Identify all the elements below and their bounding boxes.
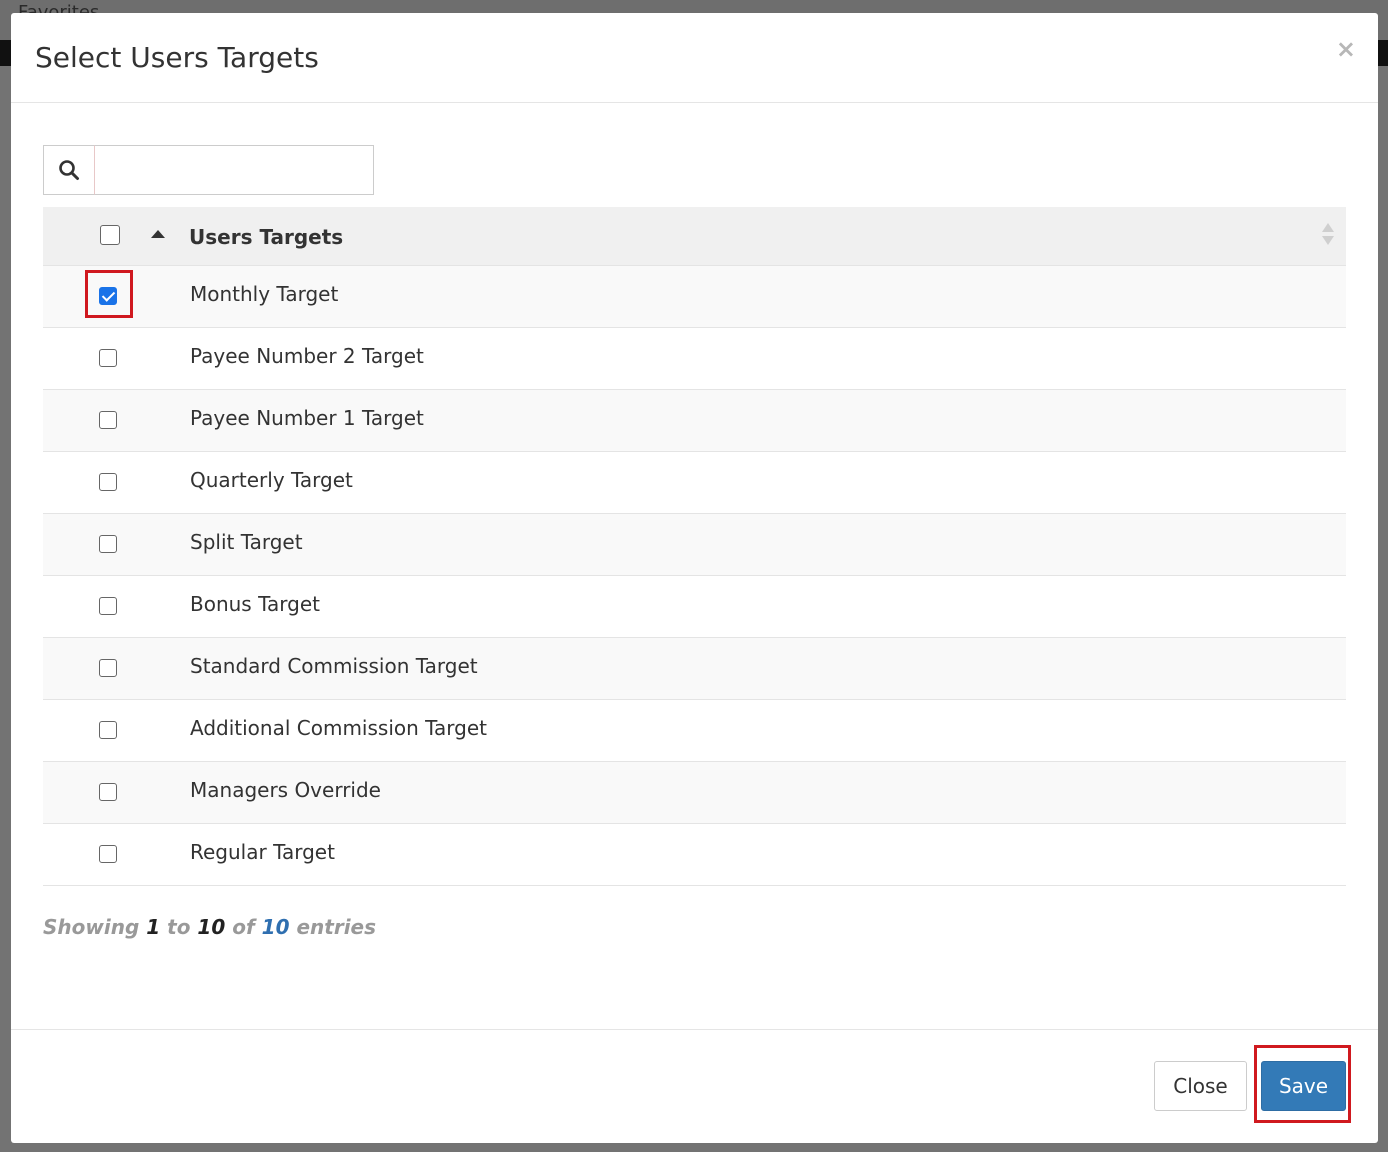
row-checkbox[interactable] (99, 783, 117, 801)
select-all-checkbox[interactable] (100, 225, 120, 245)
table-row[interactable]: Managers Override (43, 761, 1346, 823)
table-row[interactable]: Regular Target (43, 823, 1346, 886)
search-icon (43, 145, 95, 195)
table-header: Users Targets (43, 207, 1346, 265)
row-checkbox[interactable] (99, 659, 117, 677)
close-icon[interactable]: × (1336, 35, 1356, 63)
row-label: Regular Target (190, 840, 335, 864)
row-label: Managers Override (190, 778, 381, 802)
info-showing: Showing (43, 915, 140, 939)
search-group (43, 145, 374, 195)
row-checkbox[interactable] (99, 845, 117, 863)
table-row[interactable]: Payee Number 1 Target (43, 389, 1346, 451)
checkbox-highlight-box (85, 270, 133, 318)
table-row[interactable]: Standard Commission Target (43, 637, 1346, 699)
row-checkbox[interactable] (99, 535, 117, 553)
sort-both-icon[interactable] (1322, 223, 1336, 247)
close-button[interactable]: Close (1154, 1061, 1247, 1111)
table-row[interactable]: Additional Commission Target (43, 699, 1346, 761)
info-from: 1 (146, 915, 161, 939)
users-targets-table: Users Targets Monthly Target Payee Number… (43, 207, 1346, 886)
info-total: 10 (261, 915, 290, 939)
table-row[interactable]: Monthly Target (43, 265, 1346, 327)
table-info: Showing 1 to 10 of 10 entries (43, 915, 376, 939)
table-row[interactable]: Split Target (43, 513, 1346, 575)
info-entries-word: entries (296, 915, 377, 939)
modal-header: Select Users Targets × (11, 13, 1378, 103)
row-checkbox[interactable] (99, 721, 117, 739)
row-label: Monthly Target (190, 282, 339, 306)
row-label: Quarterly Target (190, 468, 353, 492)
info-to-word: to (167, 915, 191, 939)
search-input[interactable] (94, 145, 374, 195)
table-row[interactable]: Quarterly Target (43, 451, 1346, 513)
row-checkbox[interactable] (99, 597, 117, 615)
table-row[interactable]: Bonus Target (43, 575, 1346, 637)
row-label: Additional Commission Target (190, 716, 488, 740)
modal-title: Select Users Targets (35, 41, 319, 74)
row-checkbox[interactable] (99, 349, 117, 367)
modal-footer: Close Save (11, 1029, 1378, 1144)
row-label: Bonus Target (190, 592, 320, 616)
row-label: Payee Number 2 Target (190, 344, 424, 368)
select-users-targets-modal: Select Users Targets × Users Targets Mon… (11, 13, 1378, 1143)
row-label: Split Target (190, 530, 303, 554)
row-checkbox[interactable] (99, 411, 117, 429)
column-header-users-targets[interactable]: Users Targets (189, 225, 343, 249)
info-of-word: of (232, 915, 255, 939)
row-label: Payee Number 1 Target (190, 406, 424, 430)
row-label: Standard Commission Target (190, 654, 478, 678)
table-row[interactable]: Payee Number 2 Target (43, 327, 1346, 389)
info-to: 10 (197, 915, 226, 939)
save-highlight-box (1254, 1045, 1351, 1123)
row-checkbox[interactable] (99, 473, 117, 491)
sort-ascending-icon[interactable] (151, 230, 165, 238)
